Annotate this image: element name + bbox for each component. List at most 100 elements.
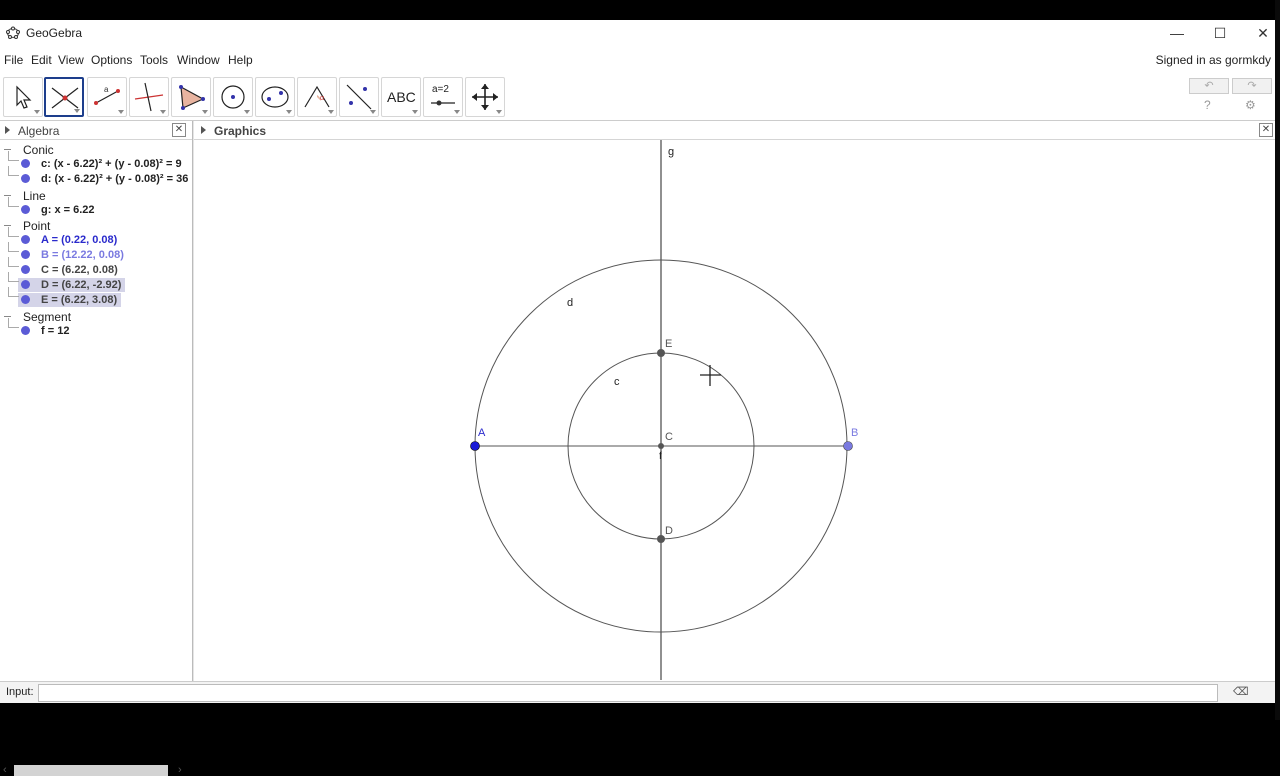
point-d[interactable] [657,535,665,543]
tree-connector [8,197,19,207]
list-item[interactable]: B = (12.22, 0.08) [41,249,124,261]
graphics-view[interactable]: Graphics ✕ g d c E C D A B f [194,121,1275,681]
expand-arrow-icon[interactable] [5,126,10,134]
menu-tools[interactable]: Tools [140,53,168,67]
angle-tool-button[interactable]: α [297,77,337,117]
move-graphics-tool-button[interactable] [465,77,505,117]
menu-window[interactable]: Window [177,53,220,67]
tree-connector [8,166,19,176]
algebra-view: Algebra ✕ Conic c: (x - 6.22)² + (y - 0.… [0,121,192,776]
scroll-thumb[interactable] [14,765,168,776]
algebra-horizontal-scrollbar[interactable]: ‹ › [0,761,190,776]
polygon-tool-button[interactable] [171,77,211,117]
perpendicular-tool-button[interactable] [129,77,169,117]
input-label: Input: [6,686,34,698]
circle-tool-button[interactable] [213,77,253,117]
toolbar: a α ABC a=2 [0,74,1275,120]
point-a[interactable] [470,441,480,451]
geogebra-logo-icon [6,26,20,39]
text-tool-label: ABC [387,89,416,105]
list-item[interactable]: E = (6.22, 3.08) [41,294,117,306]
point-tool-button[interactable] [44,77,84,117]
menu-bar: File Edit View Options Tools Window Help… [0,50,1275,70]
undo-button[interactable]: ↶ [1189,78,1229,94]
redo-button[interactable]: ↷ [1232,78,1272,94]
minimize-button[interactable]: — [1155,20,1199,46]
list-item[interactable]: C = (6.22, 0.08) [41,264,118,276]
point-e[interactable] [657,349,665,357]
scroll-right-icon[interactable]: › [178,764,182,776]
reflect-tool-button[interactable] [339,77,379,117]
point-b[interactable] [843,441,853,451]
svg-text:a: a [104,85,109,94]
visibility-toggle-c-point[interactable] [21,265,30,274]
menu-edit[interactable]: Edit [31,53,52,67]
conic-tool-button[interactable] [255,77,295,117]
label-e: E [665,338,672,350]
visibility-toggle-f[interactable] [21,326,30,335]
category-segment[interactable]: Segment [23,310,71,324]
expand-arrow-icon[interactable] [201,126,206,134]
collapse-icon[interactable] [4,225,11,226]
menu-help[interactable]: Help [228,53,253,67]
angle-icon: α [304,85,330,108]
list-item[interactable]: g: x = 6.22 [41,204,95,216]
signed-in-status[interactable]: Signed in as gormkdy [1156,53,1271,67]
menu-options[interactable]: Options [91,53,132,67]
visibility-toggle-b[interactable] [21,250,30,259]
list-item[interactable]: A = (0.22, 0.08) [41,234,117,246]
label-d-point: D [665,525,673,537]
move-cross-arrows-icon [472,84,498,110]
graphics-canvas[interactable]: g d c E C D A B f [194,140,1275,681]
perpendicular-line-icon [134,82,164,112]
tree-connector [8,257,19,267]
help-button[interactable]: ? [1204,98,1211,112]
svg-text:α: α [320,95,324,102]
list-item[interactable]: f = 12 [41,325,69,337]
category-point[interactable]: Point [23,219,50,233]
slider-tool-button[interactable]: a=2 [423,77,463,117]
polygon-icon [179,85,205,110]
menu-view[interactable]: View [58,53,84,67]
collapse-icon[interactable] [4,149,11,150]
maximize-button[interactable]: ☐ [1198,20,1242,46]
text-tool-button[interactable]: ABC [381,77,421,117]
point-c[interactable] [658,443,664,449]
visibility-toggle-d-point[interactable] [21,280,30,289]
scroll-left-icon[interactable]: ‹ [3,764,7,776]
move-tool-button[interactable] [3,77,43,117]
category-line[interactable]: Line [23,189,46,203]
input-field[interactable] [38,684,1218,702]
tree-connector [8,151,19,161]
list-item[interactable]: D = (6.22, -2.92) [41,279,121,291]
list-item[interactable]: c: (x - 6.22)² + (y - 0.08)² = 9 [41,158,182,170]
visibility-toggle-d[interactable] [21,174,30,183]
menu-file[interactable]: File [4,53,23,67]
label-a: A [478,427,486,439]
line-tool-button[interactable]: a [87,77,127,117]
tree-connector [8,318,19,328]
segment-icon: a [94,85,120,105]
collapse-icon[interactable] [4,316,11,317]
tree-connector [8,287,19,297]
keyboard-icon[interactable]: ⌫ [1233,685,1249,698]
close-graphics-icon[interactable]: ✕ [1259,123,1273,137]
algebra-header: Algebra ✕ [0,121,192,140]
visibility-toggle-e[interactable] [21,295,30,304]
visibility-toggle-g[interactable] [21,205,30,214]
label-c: c [614,376,620,388]
label-c-point: C [665,431,673,443]
tree-connector [8,272,19,282]
list-item[interactable]: d: (x - 6.22)² + (y - 0.08)² = 36 [41,173,188,185]
settings-gear-icon[interactable]: ⚙ [1245,98,1256,112]
visibility-toggle-c[interactable] [21,159,30,168]
graphics-header: Graphics ✕ [194,121,1275,140]
circle-center-point-icon [221,85,245,109]
close-algebra-icon[interactable]: ✕ [172,123,186,137]
screen-edge [1275,0,1280,720]
category-conic[interactable]: Conic [23,143,54,157]
label-g: g [668,146,674,158]
collapse-icon[interactable] [4,195,11,196]
reflect-line-icon [346,84,372,110]
visibility-toggle-a[interactable] [21,235,30,244]
